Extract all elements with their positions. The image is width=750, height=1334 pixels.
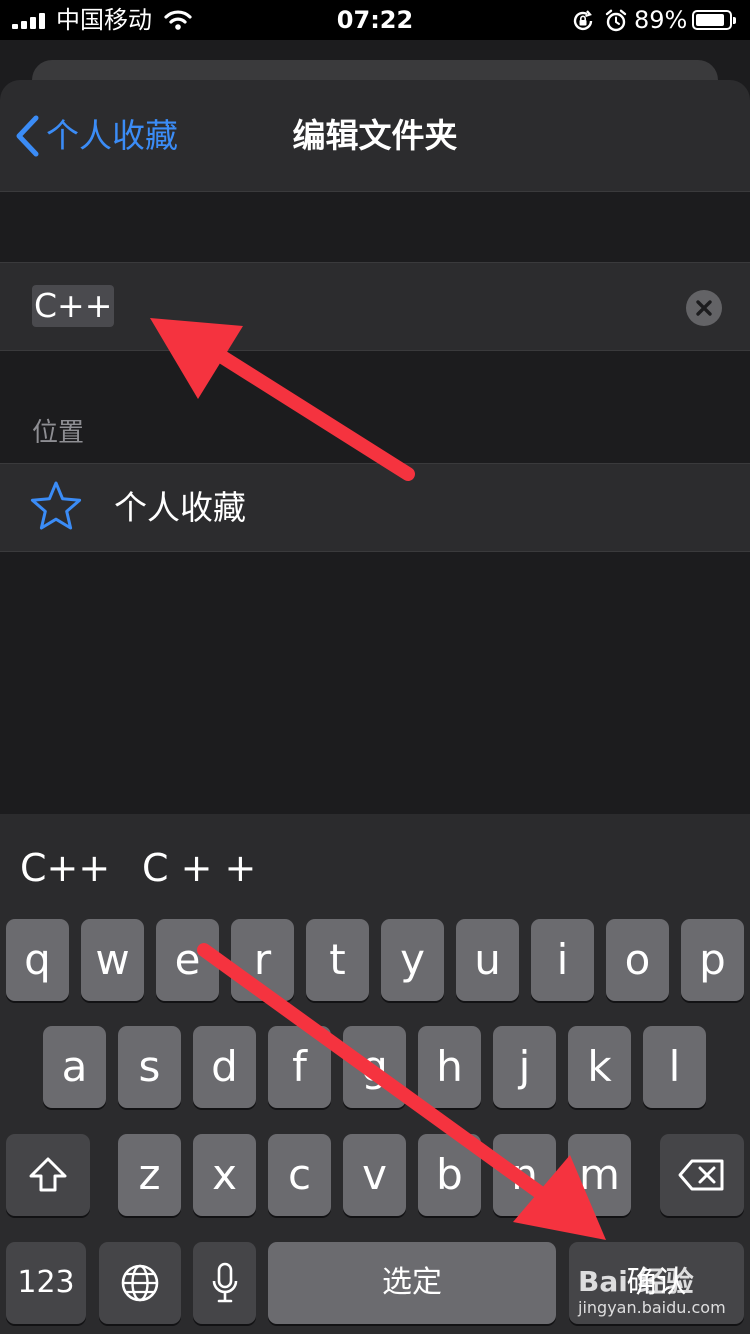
- suggestion-item[interactable]: C++: [20, 844, 110, 892]
- baidu-jingyan-watermark: Bai 经验 jingyan.baidu.com: [578, 1254, 738, 1326]
- watermark-url: jingyan.baidu.com: [578, 1298, 726, 1317]
- key-c[interactable]: c: [268, 1134, 331, 1216]
- key-t[interactable]: t: [306, 919, 369, 1001]
- key-u[interactable]: u: [456, 919, 519, 1001]
- page-title: 编辑文件夹: [292, 116, 458, 155]
- key-w[interactable]: w: [81, 919, 144, 1001]
- key-r[interactable]: r: [231, 919, 294, 1001]
- key-j[interactable]: j: [493, 1026, 556, 1108]
- microphone-key[interactable]: [193, 1242, 256, 1324]
- globe-key[interactable]: [99, 1242, 181, 1324]
- key-x[interactable]: x: [193, 1134, 256, 1216]
- key-f[interactable]: f: [268, 1026, 331, 1108]
- numbers-key[interactable]: 123: [6, 1242, 86, 1324]
- shift-icon: [29, 1157, 67, 1192]
- key-o[interactable]: o: [606, 919, 669, 1001]
- folder-name-row: C++: [0, 262, 750, 351]
- key-p[interactable]: p: [681, 919, 744, 1001]
- key-k[interactable]: k: [568, 1026, 631, 1108]
- microphone-icon: [212, 1262, 237, 1303]
- key-y[interactable]: y: [381, 919, 444, 1001]
- shift-key[interactable]: [6, 1134, 90, 1216]
- globe-icon: [121, 1264, 159, 1302]
- key-m[interactable]: m: [568, 1134, 631, 1216]
- folder-name-input[interactable]: C++: [32, 285, 115, 327]
- key-h[interactable]: h: [418, 1026, 481, 1108]
- key-l[interactable]: l: [643, 1026, 706, 1108]
- key-i[interactable]: i: [531, 919, 594, 1001]
- alarm-icon: [605, 9, 627, 32]
- suggestion-bar: C++ C + +: [0, 814, 750, 918]
- clear-text-button[interactable]: [686, 290, 722, 326]
- key-b[interactable]: b: [418, 1134, 481, 1216]
- key-d[interactable]: d: [193, 1026, 256, 1108]
- location-section-header: 位置: [32, 418, 85, 448]
- close-icon: [696, 300, 712, 316]
- location-row[interactable]: 个人收藏: [0, 463, 750, 552]
- battery-icon: [692, 10, 736, 30]
- battery-percent: 89%: [634, 6, 688, 34]
- orientation-lock-icon: [573, 10, 593, 31]
- key-e[interactable]: e: [156, 919, 219, 1001]
- key-n[interactable]: n: [493, 1134, 556, 1216]
- key-v[interactable]: v: [343, 1134, 406, 1216]
- key-z[interactable]: z: [118, 1134, 181, 1216]
- key-g[interactable]: g: [343, 1026, 406, 1108]
- star-icon: [30, 481, 82, 530]
- key-a[interactable]: a: [43, 1026, 106, 1108]
- key-q[interactable]: q: [6, 919, 69, 1001]
- location-label: 个人收藏: [114, 488, 246, 527]
- watermark-logo: Bai 经验: [578, 1265, 694, 1298]
- suggestion-item[interactable]: C + +: [142, 844, 256, 892]
- key-s[interactable]: s: [118, 1026, 181, 1108]
- space-key[interactable]: 选定: [268, 1242, 556, 1324]
- status-bar: 中国移动 07:22 89%: [0, 0, 750, 40]
- delete-key[interactable]: [660, 1134, 744, 1216]
- backspace-icon: [678, 1159, 724, 1191]
